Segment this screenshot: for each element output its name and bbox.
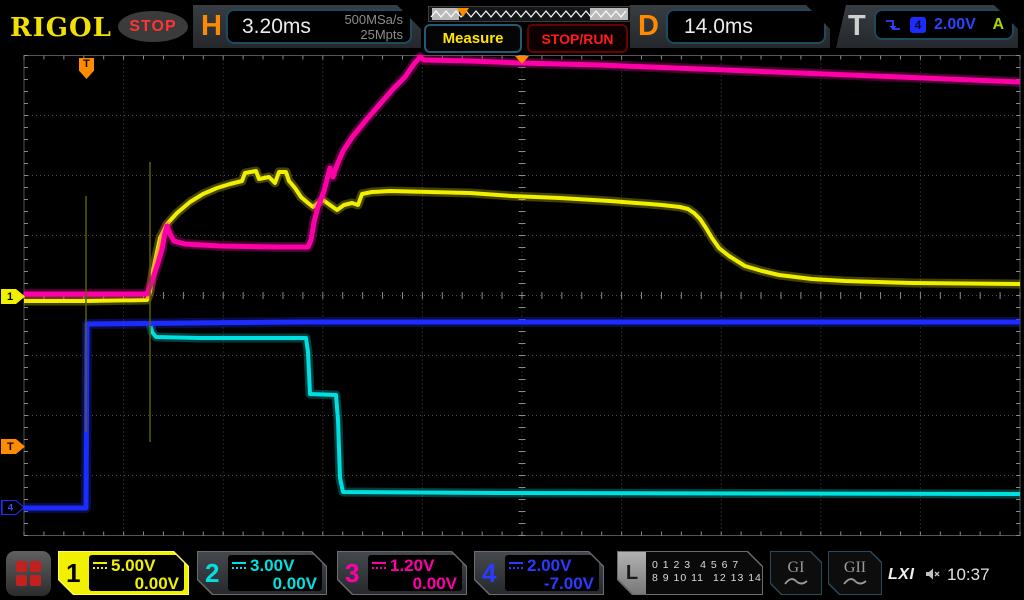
clock: 10:37 — [947, 565, 990, 584]
channel-4-number: 4 — [482, 558, 497, 588]
memory-position-bar[interactable] — [428, 6, 634, 22]
memory-depth: 25Mpts — [360, 26, 403, 42]
oscilloscope-screen: RIGOL STOP H 3.20ms 500MSa/s 25Mpts Meas… — [0, 0, 1024, 600]
trigger-mode-badge: A — [992, 15, 1004, 33]
trigger-box[interactable]: 4 2.00V A — [874, 9, 1014, 40]
channel-2-scale: 3.00V — [250, 555, 295, 575]
channel-1-tab[interactable]: 1 5.00V 0.00V — [58, 551, 189, 595]
channel-4-offset: -7.00V — [543, 574, 594, 593]
waveform-display — [23, 52, 1021, 536]
trigger-position-icon — [457, 8, 469, 17]
channel-2-number: 2 — [205, 558, 220, 588]
dc-coupling-icon — [93, 562, 107, 569]
dc-coupling-icon — [509, 562, 523, 569]
channel-1-offset: 0.00V — [134, 574, 179, 593]
sine-wave-icon — [842, 575, 868, 587]
logic-label: L — [625, 561, 639, 584]
stop-run-button[interactable]: STOP/RUN — [527, 24, 628, 53]
run-state-badge: STOP — [118, 11, 188, 42]
delay-box[interactable]: 14.0ms — [666, 9, 826, 44]
logic-channels-tab[interactable]: L 0 1 2 3 4 5 6 7 8 9 10 11 12 13 14 15 — [617, 551, 763, 595]
channel-3-offset: 0.00V — [412, 574, 457, 593]
trigger-tile[interactable]: T 4 2.00V A — [836, 5, 1018, 48]
channel-3-scale: 1.20V — [390, 555, 435, 575]
gen2-tab[interactable]: GII — [828, 551, 882, 595]
rigol-logo: RIGOL — [10, 13, 112, 43]
gen2-label: GII — [843, 558, 867, 576]
channel-4-tab[interactable]: 4 2.00V -7.00V — [474, 551, 604, 595]
menu-button[interactable] — [6, 551, 51, 596]
channel-1-number: 1 — [66, 558, 81, 588]
dc-coupling-icon — [372, 562, 386, 569]
measure-button[interactable]: Measure — [424, 24, 522, 53]
horizontal-center-icon — [515, 56, 529, 64]
lxi-indicator: LXI — [888, 566, 915, 583]
horizontal-label: H — [201, 10, 222, 42]
logic-channel-list: 0 1 2 3 4 5 6 7 8 9 10 11 12 13 14 15 — [652, 559, 780, 584]
channel-3-number: 3 — [345, 558, 360, 588]
channel-3-tab[interactable]: 3 1.20V 0.00V — [337, 551, 467, 595]
menu-grid-icon — [16, 561, 41, 586]
channel-4-scale: 2.00V — [527, 555, 572, 575]
trigger-label: T — [848, 10, 866, 42]
delay-tile[interactable]: D 14.0ms — [630, 5, 830, 48]
falling-edge-icon — [884, 17, 902, 33]
gen1-label: GI — [787, 558, 805, 576]
timebase-value: 3.20ms — [242, 14, 311, 38]
channel-1-scale: 5.00V — [111, 555, 156, 575]
delay-value: 14.0ms — [684, 14, 753, 38]
trigger-level-value: 2.00V — [934, 15, 976, 33]
dc-coupling-icon — [232, 562, 246, 569]
trigger-source-badge: 4 — [910, 17, 926, 33]
sample-rate: 500MSa/s — [344, 11, 403, 27]
channel-2-offset: 0.00V — [272, 574, 317, 593]
sine-wave-icon — [783, 575, 809, 587]
timebase-box[interactable]: 3.20ms 500MSa/s 25Mpts — [226, 9, 412, 44]
channel-2-tab[interactable]: 2 3.00V 0.00V — [197, 551, 327, 595]
horizontal-tile[interactable]: H 3.20ms 500MSa/s 25Mpts — [193, 5, 421, 48]
speaker-muted-icon[interactable] — [925, 567, 943, 581]
delay-label: D — [638, 10, 659, 42]
gen1-tab[interactable]: GI — [770, 551, 822, 595]
